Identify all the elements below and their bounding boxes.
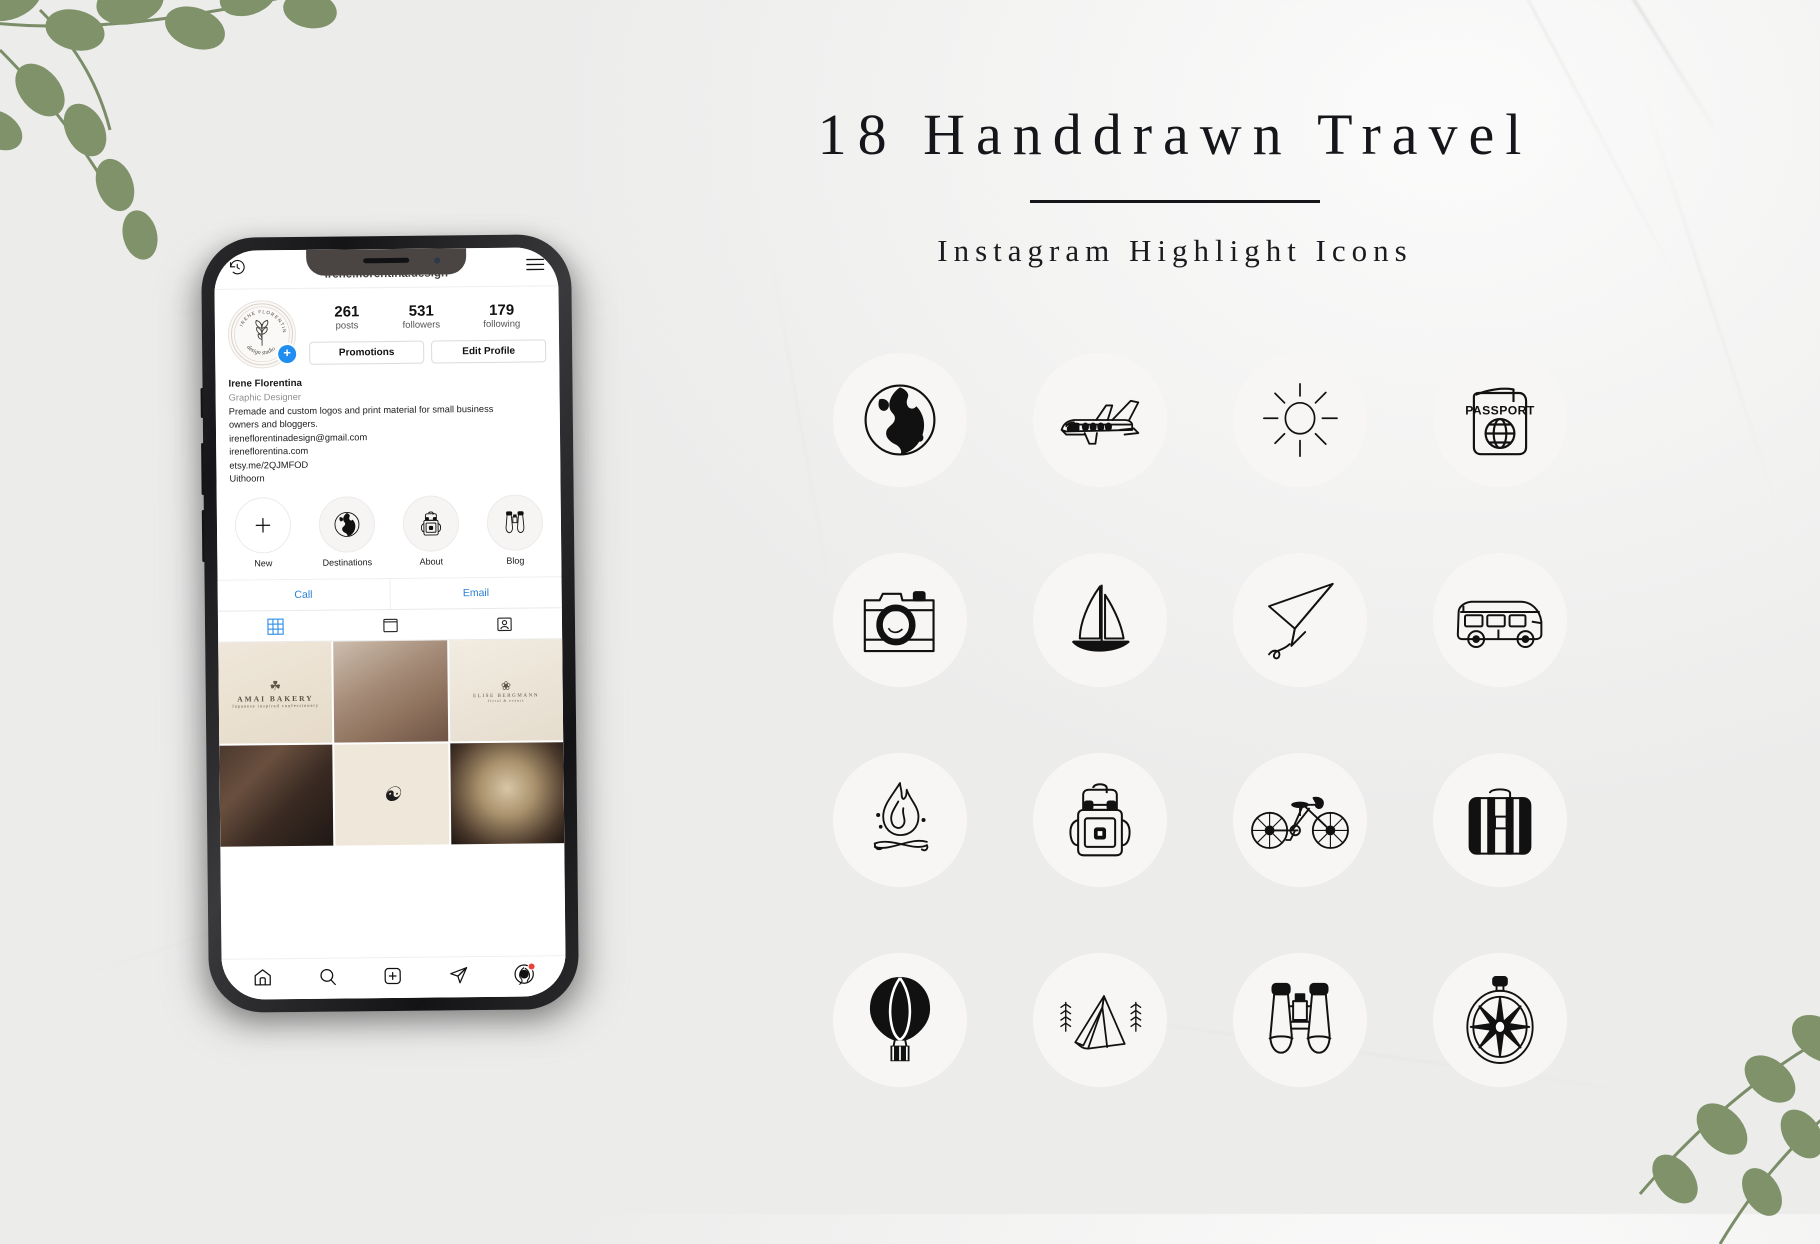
instagram-profile-body: IRENE FLORENTINA design studio + 261 pos… [214, 286, 561, 569]
passport-icon: PASSPORT [1433, 353, 1567, 487]
compass-icon [1433, 953, 1567, 1087]
bicycle-icon [1233, 753, 1367, 887]
post-grid: ☘ AMAI BAKERY Japanese inspired confecti… [218, 639, 565, 848]
add-post-icon[interactable] [383, 965, 403, 990]
stat-value: 179 [489, 301, 515, 319]
icon-cell[interactable] [800, 320, 1000, 520]
stat-value: 531 [408, 302, 434, 320]
icon-cell[interactable] [1000, 920, 1200, 1120]
highlight-new[interactable]: New [232, 497, 295, 569]
icon-cell[interactable] [1000, 320, 1200, 520]
story-highlights-row: New Destinations About Blog [230, 494, 549, 569]
icon-cell[interactable] [1400, 520, 1600, 720]
icon-cell[interactable] [800, 920, 1000, 1120]
email-button[interactable]: Email [390, 578, 562, 610]
backpack-icon [402, 495, 460, 553]
highlight-label: Blog [506, 556, 525, 567]
highlight-label: Destinations [322, 557, 373, 569]
airplane-icon [1033, 353, 1167, 487]
profile-action-buttons: Promotions Edit Profile [309, 339, 547, 366]
direct-share-icon[interactable] [448, 965, 468, 990]
highlight-label: New [254, 558, 273, 569]
highlight-blog[interactable]: Blog [484, 494, 547, 567]
stat-label: following [483, 318, 521, 331]
plus-icon [234, 497, 292, 555]
tent-icon [1033, 953, 1167, 1087]
stat-posts[interactable]: 261 posts [334, 303, 359, 332]
post-thumbnail[interactable] [219, 745, 334, 848]
avatar[interactable]: IRENE FLORENTINA design studio + [227, 299, 299, 369]
call-button[interactable]: Call [217, 579, 391, 612]
stat-followers[interactable]: 531 followers [402, 302, 441, 332]
binoculars-icon [1233, 953, 1367, 1087]
backpack-icon [1033, 753, 1167, 887]
page-header: 18 Handdrawn Travel Instagram Highlight … [780, 102, 1570, 269]
profile-tabs [217, 607, 563, 644]
highlight-about[interactable]: About [400, 495, 463, 568]
hot-air-balloon-icon [833, 953, 967, 1087]
binoculars-icon [486, 494, 544, 552]
earpiece-speaker [363, 257, 410, 264]
camera-icon [833, 553, 967, 687]
stat-label: posts [335, 320, 359, 332]
profile-stats-and-actions: 261 posts 531 followers 179 following Pr… [309, 297, 547, 366]
highlight-destinations[interactable]: Destinations [316, 496, 379, 569]
icon-cell[interactable] [1200, 920, 1400, 1120]
post-thumbnail[interactable]: ☯ [334, 743, 449, 847]
front-camera [434, 257, 441, 264]
svg-text:PASSPORT: PASSPORT [1465, 404, 1535, 418]
paper-plane-icon [1233, 553, 1367, 687]
phone-notch [306, 248, 467, 276]
instagram-app: irene.florentina.design [214, 247, 566, 1000]
campfire-icon [833, 753, 967, 887]
van-icon [1433, 553, 1567, 687]
profile-bio: Irene Florentina Graphic Designer Premad… [228, 374, 547, 486]
post-thumbnail[interactable]: ☘ AMAI BAKERY Japanese inspired confecti… [218, 642, 333, 745]
sailboat-icon [1033, 553, 1167, 687]
sun-icon [1233, 353, 1367, 487]
edit-profile-button[interactable]: Edit Profile [431, 339, 547, 364]
icon-cell[interactable] [1400, 920, 1600, 1120]
icon-cell[interactable] [1000, 720, 1200, 920]
icon-cell[interactable]: PASSPORT [1400, 320, 1600, 520]
page-subtitle: Instagram Highlight Icons [937, 232, 1413, 268]
tab-tagged[interactable] [447, 609, 562, 640]
phone-mockup: irene.florentina.design [185, 234, 598, 1035]
home-icon[interactable] [252, 967, 272, 992]
icon-cell[interactable] [1400, 720, 1600, 920]
page-title: 18 Handdrawn Travel [817, 102, 1533, 167]
add-story-badge[interactable]: + [276, 342, 299, 366]
phone-screen: irene.florentina.design [214, 247, 566, 1000]
stats-row: 261 posts 531 followers 179 following [309, 297, 546, 332]
icon-grid: PASSPORT [800, 320, 1600, 1120]
icon-cell[interactable] [1200, 720, 1400, 920]
post-thumbnail[interactable] [333, 640, 448, 744]
instagram-bottom-nav [221, 955, 566, 1000]
post-thumbnail[interactable]: ❀ ELISE BERGMANN floral & events [448, 639, 564, 742]
profile-avatar-icon[interactable] [514, 962, 536, 990]
stat-label: followers [402, 319, 441, 332]
suitcase-icon [1433, 753, 1567, 887]
profile-row: IRENE FLORENTINA design studio + 261 pos… [227, 297, 547, 369]
icon-cell[interactable] [1200, 320, 1400, 520]
globe-icon [833, 353, 967, 487]
highlight-label: About [419, 556, 444, 568]
tab-reels[interactable] [333, 610, 448, 641]
contact-row: Call Email [217, 576, 562, 612]
stat-value: 261 [334, 303, 360, 321]
icon-cell[interactable] [1200, 520, 1400, 720]
promotions-button[interactable]: Promotions [309, 340, 425, 366]
globe-icon [318, 496, 376, 554]
search-icon[interactable] [318, 966, 338, 991]
marble-vein [1637, 81, 1783, 521]
icon-cell[interactable] [800, 520, 1000, 720]
icon-cell[interactable] [1000, 520, 1200, 720]
icon-cell[interactable] [800, 720, 1000, 920]
stat-following[interactable]: 179 following [483, 302, 520, 331]
post-thumbnail[interactable] [449, 742, 565, 845]
title-divider [1030, 199, 1320, 203]
tab-grid[interactable] [218, 611, 333, 642]
